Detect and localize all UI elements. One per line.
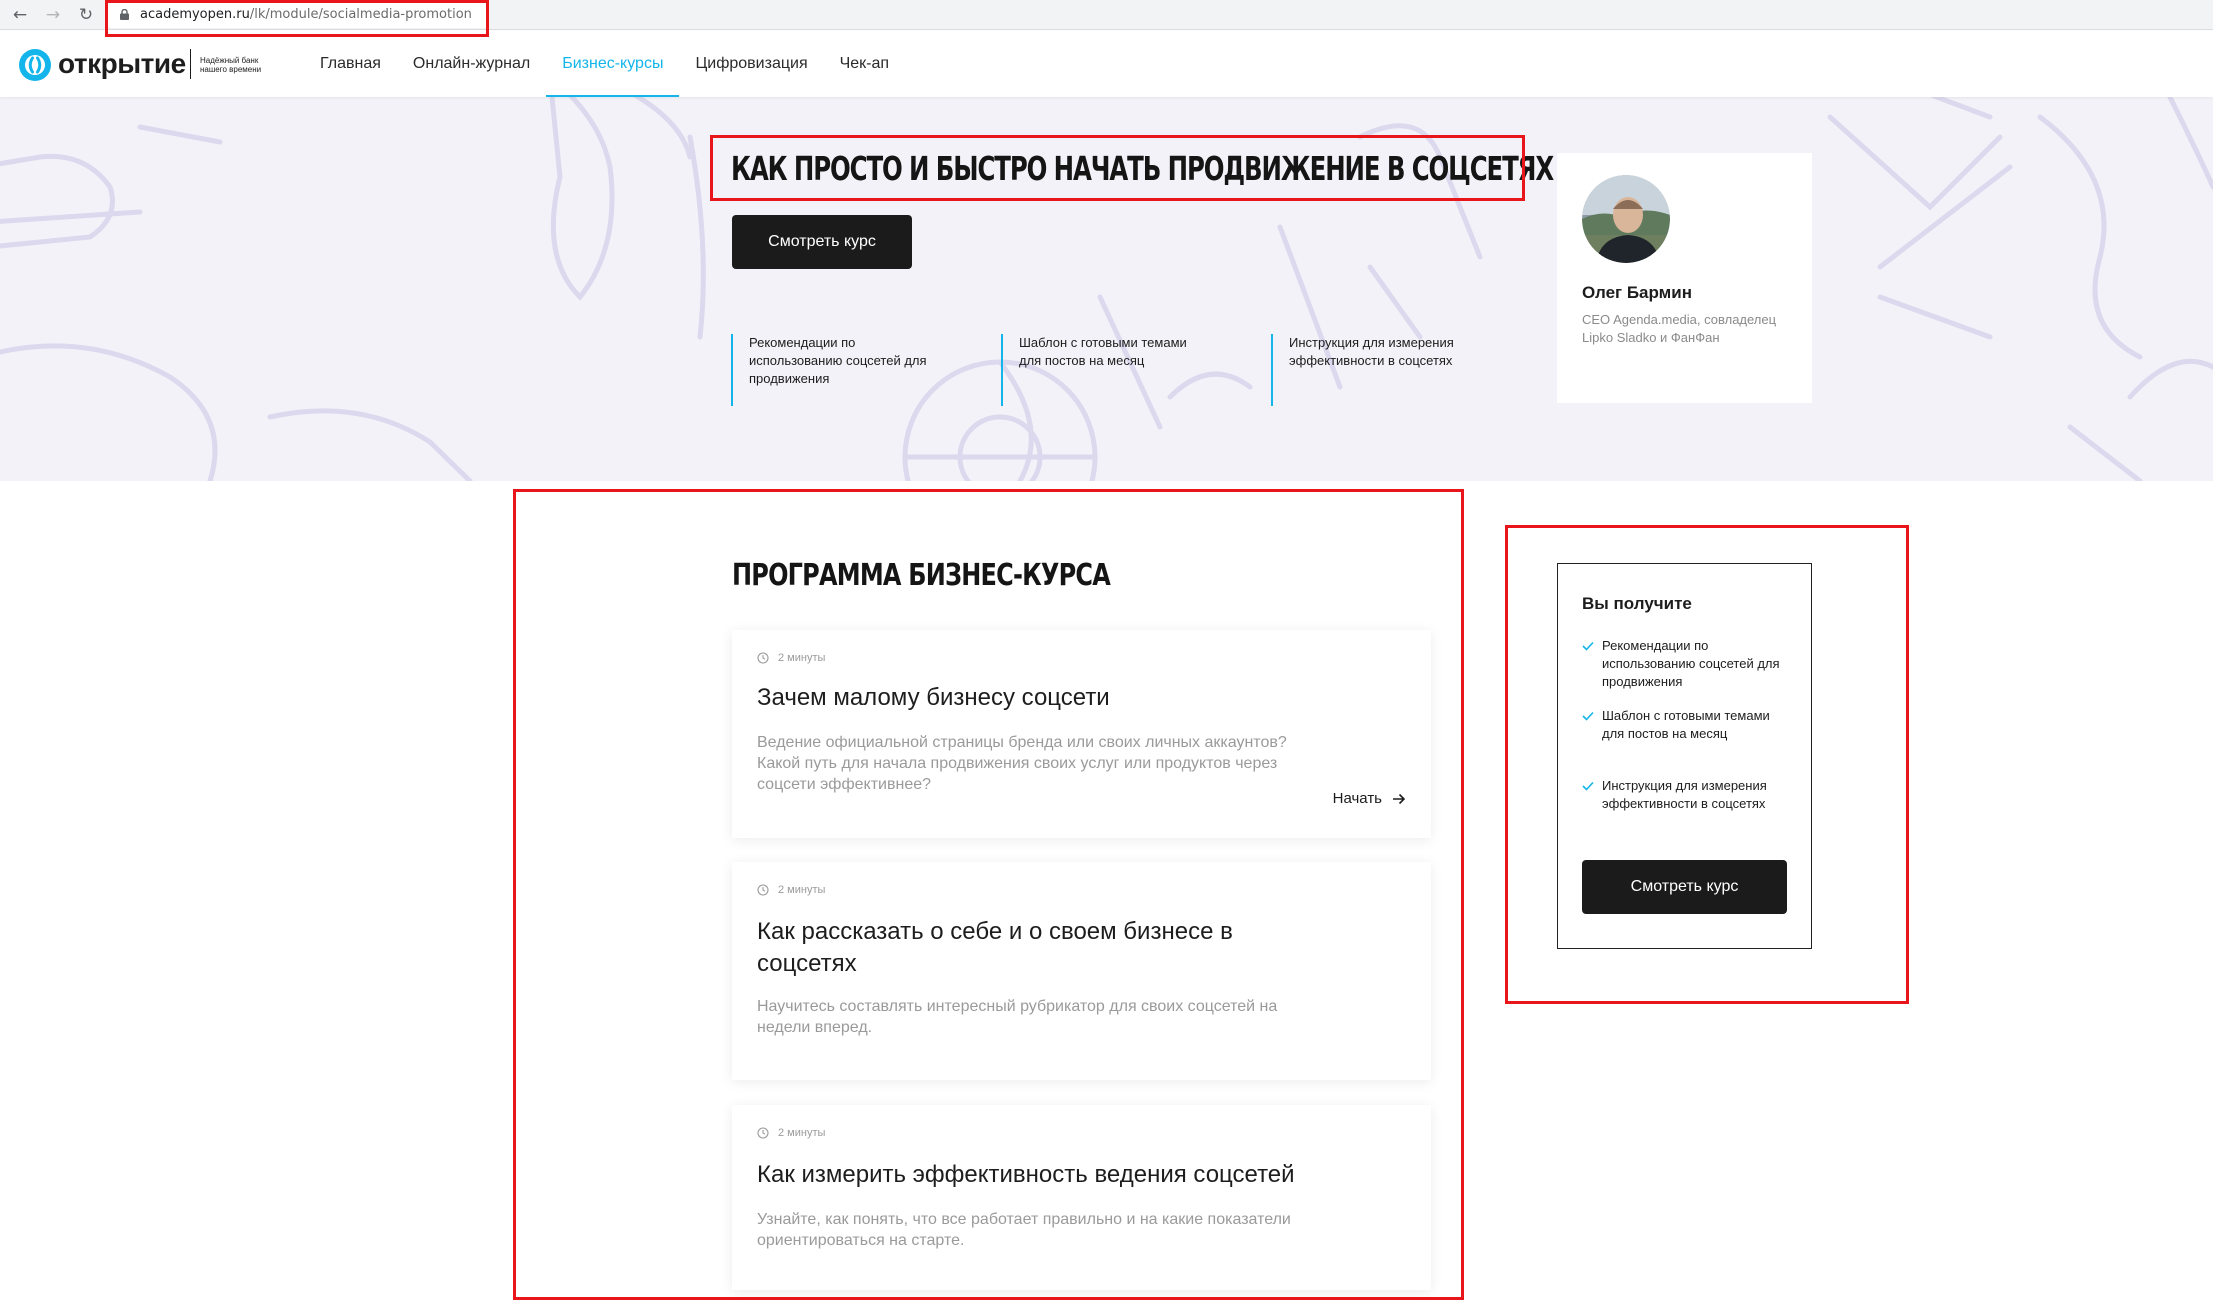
hero-section: КАК ПРОСТО И БЫСТРО НАЧАТЬ ПРОДВИЖЕНИЕ В…	[0, 97, 2213, 481]
lesson-card[interactable]: 2 минуты Как измерить эффективность веде…	[732, 1105, 1431, 1290]
site-header: открытие Надёжный банк нашего времени Гл…	[0, 31, 2213, 97]
lesson-duration-text: 2 минуты	[778, 652, 826, 664]
lesson-title[interactable]: Как рассказать о себе и о своем бизнесе …	[757, 916, 1317, 980]
nav-item-digitalization[interactable]: Цифровизация	[679, 31, 823, 97]
forward-arrow-icon[interactable]: →	[43, 5, 63, 25]
course-title: КАК ПРОСТО И БЫСТРО НАЧАТЬ ПРОДВИЖЕНИЕ В…	[731, 149, 1554, 188]
arrow-right-icon[interactable]	[1392, 793, 1406, 805]
lesson-duration: 2 минуты	[757, 1127, 825, 1139]
feature-item: Шаблон с готовыми темами для постов на м…	[1001, 334, 1201, 406]
check-icon	[1582, 711, 1594, 721]
watch-course-button[interactable]: Смотреть курс	[732, 215, 912, 269]
lesson-duration-text: 2 минуты	[778, 1127, 826, 1139]
benefits-card: Вы получите Рекомендации по использовани…	[1557, 563, 1812, 949]
clock-icon	[757, 1127, 769, 1139]
start-lesson-label[interactable]: Начать	[1333, 790, 1382, 807]
reload-icon[interactable]: ↻	[76, 5, 96, 25]
lesson-card[interactable]: 2 минуты Зачем малому бизнесу соцсети Ве…	[732, 630, 1431, 838]
check-icon	[1582, 641, 1594, 651]
logo-divider	[190, 49, 191, 79]
author-card: Олег Бармин CEO Agenda.media, совладелец…	[1557, 153, 1812, 403]
back-arrow-icon[interactable]: ←	[10, 5, 30, 25]
author-role: CEO Agenda.media, совладелец Lipko Sladk…	[1582, 312, 1777, 345]
benefit-item-text: Рекомендации по использованию соцсетей д…	[1602, 638, 1780, 689]
lesson-description: Ведение официальной страницы бренда или …	[757, 734, 1287, 793]
start-lesson-link[interactable]: Начать	[1333, 790, 1406, 807]
benefit-item: Рекомендации по использованию соцсетей д…	[1582, 637, 1792, 691]
benefit-item: Шаблон с готовыми темами для постов на м…	[1582, 707, 1792, 743]
lesson-description: Научитесь составлять интересный рубрикат…	[757, 998, 1278, 1036]
author-avatar	[1582, 175, 1670, 263]
logo-tagline: Надёжный банк нашего времени	[200, 56, 262, 74]
url-text: academyopen.ru/lk/module/socialmedia-pro…	[140, 7, 472, 22]
lesson-description: Узнайте, как понять, что все работает пр…	[757, 1211, 1291, 1249]
feature-item: Рекомендации по использованию соцсетей д…	[731, 334, 931, 406]
nav-item-business-courses[interactable]: Бизнес-курсы	[546, 31, 680, 97]
logo-icon[interactable]	[19, 49, 51, 81]
watch-course-button[interactable]: Смотреть курс	[1582, 860, 1787, 914]
benefit-item: Инструкция для измерения эффективности в…	[1582, 777, 1792, 813]
nav-item-checkup[interactable]: Чек-ап	[824, 31, 905, 97]
lesson-title[interactable]: Как измерить эффективность ведения соцсе…	[757, 1159, 1407, 1191]
nav-item-home[interactable]: Главная	[304, 31, 397, 97]
benefit-item-text: Инструкция для измерения эффективности в…	[1602, 778, 1767, 811]
url-path: /lk/module/socialmedia-promotion	[249, 7, 472, 22]
logo-text[interactable]: открытие	[58, 48, 186, 80]
benefits-title: Вы получите	[1582, 594, 1692, 613]
clock-icon	[757, 884, 769, 896]
benefit-item-text: Шаблон с готовыми темами для постов на м…	[1602, 708, 1770, 741]
lesson-duration: 2 минуты	[757, 884, 825, 896]
url-domain: academyopen.ru	[140, 7, 250, 22]
check-icon	[1582, 781, 1594, 791]
clock-icon	[757, 652, 769, 664]
author-name: Олег Бармин	[1582, 283, 1692, 302]
program-title: ПРОГРАММА БИЗНЕС-КУРСА	[732, 558, 1111, 593]
main-nav: Главная Онлайн-журнал Бизнес-курсы Цифро…	[304, 31, 905, 97]
lesson-card[interactable]: 2 минуты Как рассказать о себе и о своем…	[732, 862, 1431, 1080]
feature-item: Инструкция для измерения эффективности в…	[1271, 334, 1471, 406]
address-bar[interactable]: academyopen.ru/lk/module/socialmedia-pro…	[108, 2, 488, 28]
lock-icon	[120, 9, 129, 20]
browser-toolbar: ← → ↻ academyopen.ru/lk/module/socialmed…	[0, 0, 2213, 30]
lesson-title[interactable]: Зачем малому бизнесу соцсети	[757, 682, 1317, 714]
nav-item-journal[interactable]: Онлайн-журнал	[397, 31, 546, 97]
lesson-duration-text: 2 минуты	[778, 884, 826, 896]
lesson-duration: 2 минуты	[757, 652, 825, 664]
